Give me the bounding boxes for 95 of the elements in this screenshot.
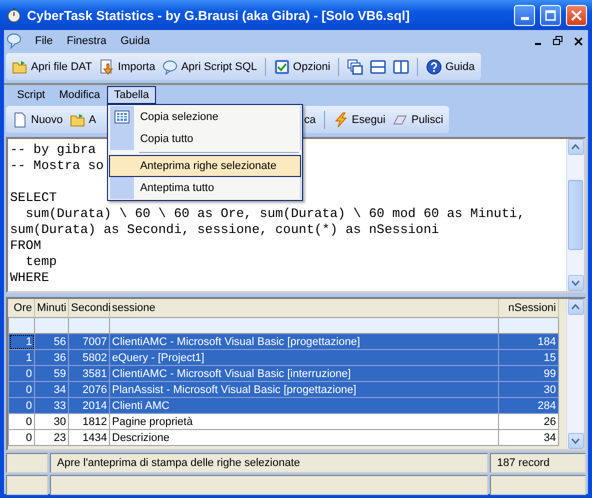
- menu-item[interactable]: Tabella: [107, 86, 156, 104]
- speech-bubble-icon: [6, 32, 22, 50]
- toolbar-button[interactable]: Esegui: [330, 108, 388, 130]
- table-cell: 0: [8, 382, 34, 398]
- column-header[interactable]: sessione: [110, 299, 498, 318]
- table-icon: [114, 109, 130, 125]
- table-cell: 30: [34, 414, 68, 430]
- code-line: -- by gibra: [10, 142, 96, 158]
- code-line: FROM: [10, 238, 42, 254]
- table-cell: 0: [8, 398, 34, 414]
- table-cell: 0: [8, 414, 34, 430]
- minimize-icon: [520, 16, 528, 20]
- toolbar-button[interactable]: Apri Script SQL: [159, 56, 260, 78]
- table-cell: 1: [8, 350, 34, 366]
- scrollbar[interactable]: [566, 299, 584, 449]
- close-button[interactable]: [566, 4, 587, 26]
- menu-item[interactable]: Finestra: [60, 32, 114, 50]
- table-cell: 99: [498, 366, 558, 382]
- maximize-button[interactable]: [540, 4, 561, 26]
- status-message: Apre l'anteprima di stampa delle righe selezionate: [50, 453, 488, 473]
- table-cell: 23: [34, 430, 68, 446]
- cascade-windows-icon: [347, 58, 364, 74]
- table-cell: 284: [498, 398, 558, 414]
- table-cell: ClientiAMC - Microsoft Visual Basic [progettazione]: [110, 334, 498, 350]
- table-cell: Clienti AMC: [110, 398, 498, 414]
- menu-item[interactable]: Script: [10, 86, 52, 104]
- close-icon: [571, 10, 582, 20]
- table-cell: 7007: [68, 334, 110, 350]
- toolbar-button[interactable]: Opzioni: [271, 56, 334, 78]
- toolbar-button[interactable]: Apri file DAT: [9, 56, 95, 78]
- table-cell: 34: [498, 430, 558, 446]
- table-cell: 15: [498, 350, 558, 366]
- table-cell: 1812: [68, 414, 110, 430]
- table-cell: ClientiAMC - Microsoft Visual Basic [interruzione]: [110, 366, 498, 382]
- table-cell: 0: [8, 430, 34, 446]
- table-cell: Descrizione: [110, 430, 498, 446]
- table-cell: 59: [34, 366, 68, 382]
- table-cell: eQuery - [Project1]: [110, 350, 498, 366]
- table-cell: 1: [8, 334, 34, 350]
- menu-item[interactable]: Anteptima tutto: [109, 177, 302, 199]
- table-cell: 2076: [68, 382, 110, 398]
- scrollbar[interactable]: [566, 139, 584, 291]
- menu-item[interactable]: Anteprima righe selezionate: [109, 155, 302, 177]
- table-cell: 0: [8, 366, 34, 382]
- table-cell: 34: [34, 382, 68, 398]
- menu-item[interactable]: Modifica: [52, 86, 108, 104]
- code-line: sum(Durata) \ 60 \ 60 as Ore, sum(Durata) \ 60 mod 60 as Minuti,: [24, 206, 525, 222]
- menu-item[interactable]: Copia selezione: [109, 106, 302, 128]
- checkbox-icon: [274, 58, 290, 74]
- minimize-button[interactable]: [514, 4, 535, 26]
- folder-icon: [70, 112, 86, 128]
- status-panel: [6, 475, 48, 495]
- table-cell: 184: [498, 334, 558, 350]
- table-cell: 33: [34, 398, 68, 414]
- code-line: sum(Durata) as Secondi, sessione, count(*) as nSessioni: [10, 222, 440, 238]
- table-cell: 5802: [68, 350, 110, 366]
- code-line: WHERE: [10, 270, 50, 286]
- table-cell: Pagine proprietà: [110, 414, 498, 430]
- document-arrow-icon: [98, 58, 115, 74]
- code-line: SELECT: [10, 190, 57, 206]
- lightning-icon: [332, 112, 349, 128]
- blank-page-icon: [12, 112, 28, 128]
- folder-icon: [12, 58, 28, 74]
- table-cell: PlanAssist - Microsoft Visual Basic [progettazione]: [110, 382, 498, 398]
- column-header[interactable]: Ore: [8, 299, 34, 318]
- table-cell: 30: [498, 382, 558, 398]
- toolbar-button[interactable]: A: [66, 108, 100, 130]
- column-header[interactable]: Minuti: [34, 299, 68, 318]
- speech-bubble-icon: [162, 58, 178, 74]
- code-line: -- Mostra so: [10, 158, 104, 174]
- status-panel: [6, 453, 48, 473]
- table-cell: 1434: [68, 430, 110, 446]
- toolbar-button[interactable]: Pulisci: [389, 108, 446, 130]
- window-title: CyberTask Statistics - by G.Brausi (aka Gibra) - [Solo VB6.sql]: [27, 8, 411, 22]
- toolbar-button[interactable]: Guida: [423, 56, 478, 78]
- toolbar-button[interactable]: Importa: [96, 56, 158, 78]
- code-line: temp: [24, 254, 57, 270]
- stopwatch-icon: [6, 7, 22, 23]
- menu-item[interactable]: File: [28, 32, 60, 50]
- menu-item[interactable]: Guida: [113, 32, 157, 50]
- help-icon: [426, 58, 442, 74]
- toolbar-button[interactable]: ca: [301, 110, 319, 128]
- column-header[interactable]: nSessioni: [498, 299, 558, 318]
- toolbar-button[interactable]: Nuovo: [9, 108, 66, 130]
- menu-item[interactable]: Copia tutto: [109, 128, 302, 150]
- table-cell: 26: [498, 414, 558, 430]
- maximize-icon: [545, 10, 556, 20]
- vertical-split-icon: [393, 58, 410, 74]
- table-cell: 36: [34, 350, 68, 366]
- record-count: 187 record: [490, 453, 586, 473]
- table-cell: 3581: [68, 366, 110, 382]
- horizontal-split-icon: [370, 58, 386, 74]
- table-cell: 2014: [68, 398, 110, 414]
- table-cell: 56: [34, 334, 68, 350]
- column-header[interactable]: Secondi: [68, 299, 110, 318]
